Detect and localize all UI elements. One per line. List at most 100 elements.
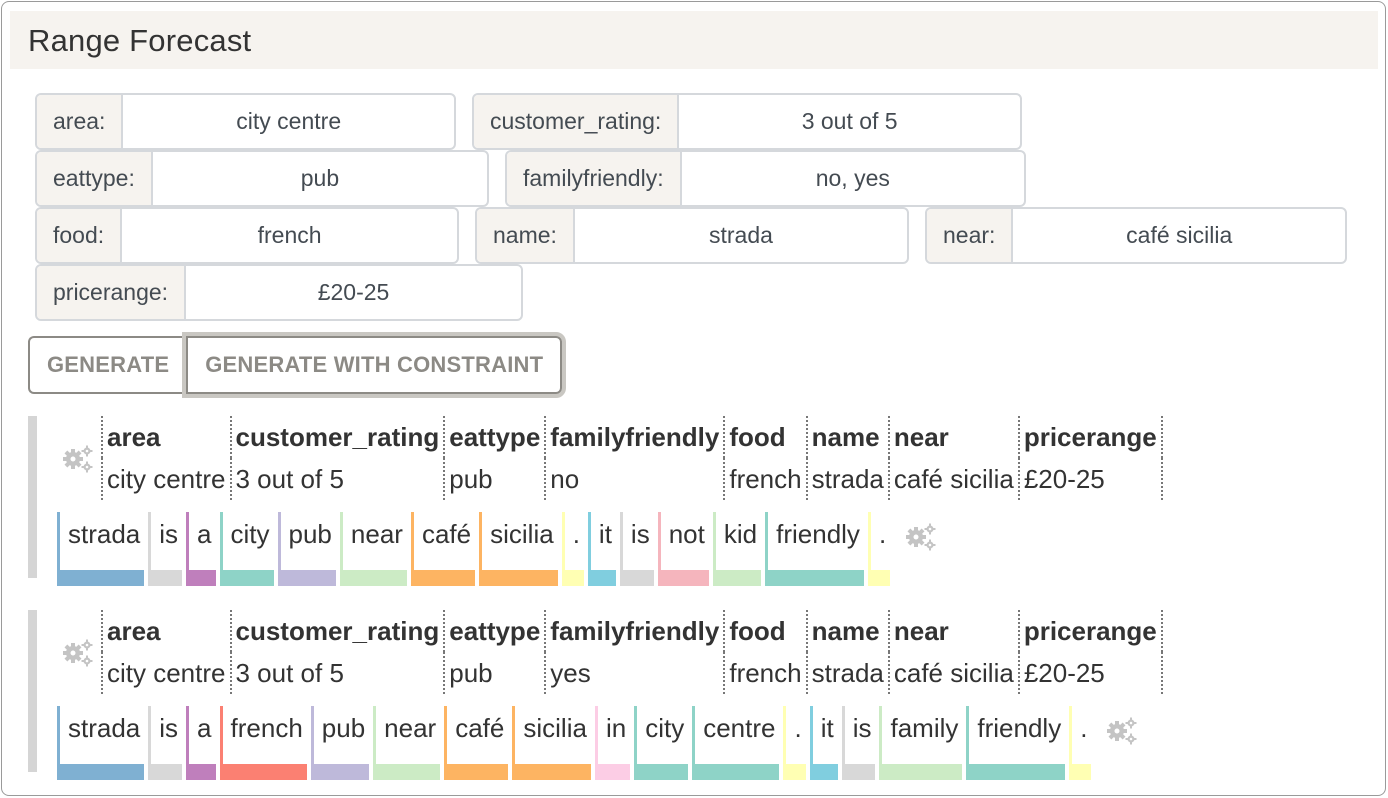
filter-eattype: eattype: pub xyxy=(35,150,489,207)
mr-column-header: customer_rating xyxy=(229,416,446,458)
filter-value-customer-rating[interactable]: 3 out of 5 xyxy=(679,95,1020,148)
filter-value-near[interactable]: café sicilia xyxy=(1013,209,1345,262)
mr-value-cell: café sicilia xyxy=(887,458,1020,500)
mr-value-row: city centre 3 out of 5 pub yes french strada c… xyxy=(101,652,1163,694)
token: near xyxy=(373,706,441,780)
token: pub xyxy=(310,706,370,780)
filter-label: food: xyxy=(37,209,123,262)
token-sequence: strada is a city pub near café sicilia. it is not k… xyxy=(57,512,938,586)
token: strada xyxy=(57,512,145,586)
token-sequence: strada is a french pub near café sicilia in city c… xyxy=(57,706,1139,780)
meaning-representation-table: area customer_rating eattype familyfriendly… xyxy=(101,416,1163,500)
token: in xyxy=(594,706,631,780)
mr-value-cell: strada xyxy=(805,652,890,694)
token: centre xyxy=(692,706,780,780)
token: a xyxy=(186,512,216,586)
mr-column-header: near xyxy=(887,416,1020,458)
token: café xyxy=(410,512,476,586)
mr-column-header: customer_rating xyxy=(229,610,446,652)
mr-value-cell: french xyxy=(723,652,808,694)
filter-value-pricerange[interactable]: £20-25 xyxy=(186,266,521,319)
token: near xyxy=(339,512,407,586)
filter-pricerange: pricerange: £20-25 xyxy=(35,264,523,321)
filter-label: near: xyxy=(927,209,1014,262)
token: kid xyxy=(712,512,762,586)
token: sicilia xyxy=(479,512,558,586)
filter-label: eattype: xyxy=(37,152,153,205)
token: pub xyxy=(277,512,336,586)
result-item: area customer_rating eattype familyfriendly… xyxy=(28,416,1248,586)
mr-column-header: area xyxy=(101,610,232,652)
gears-icon[interactable] xyxy=(904,520,938,554)
filter-area: area: city centre xyxy=(35,93,456,150)
generate-button-group: GENERATE GENERATE WITH CONSTRAINT xyxy=(28,332,567,398)
token: family xyxy=(879,706,963,780)
mr-value-cell: café sicilia xyxy=(887,652,1020,694)
token: it xyxy=(587,512,616,586)
meaning-representation-table: area customer_rating eattype familyfriendly… xyxy=(101,610,1163,694)
token: café xyxy=(444,706,509,780)
mr-value-cell: 3 out of 5 xyxy=(229,458,446,500)
filter-value-food[interactable]: french xyxy=(122,209,457,262)
mr-column-header: pricerange xyxy=(1017,416,1163,458)
token: friendly xyxy=(966,706,1066,780)
mr-value-cell: city centre xyxy=(101,652,232,694)
token: not xyxy=(657,512,709,586)
token: friendly xyxy=(765,512,864,586)
mr-value-cell: city centre xyxy=(101,458,232,500)
mr-value-cell: pub xyxy=(443,652,547,694)
token: . xyxy=(561,512,584,586)
filter-food: food: french xyxy=(35,207,459,264)
mr-value-cell: yes xyxy=(544,652,726,694)
gears-icon[interactable] xyxy=(1105,714,1139,748)
mr-column-header: familyfriendly xyxy=(544,610,726,652)
gears-icon[interactable] xyxy=(61,442,95,476)
mr-value-cell: pub xyxy=(443,458,547,500)
token: strada xyxy=(57,706,145,780)
generate-button[interactable]: GENERATE xyxy=(28,336,187,394)
mr-column-header: eattype xyxy=(443,416,547,458)
filter-value-familyfriendly[interactable]: no, yes xyxy=(682,152,1024,205)
filter-value-eattype[interactable]: pub xyxy=(153,152,487,205)
token: a xyxy=(186,706,216,780)
filter-label: area: xyxy=(37,95,124,148)
token: french xyxy=(219,706,307,780)
filter-customer-rating: customer_rating: 3 out of 5 xyxy=(472,93,1022,150)
token: is xyxy=(619,512,654,586)
mr-column-header: name xyxy=(805,416,890,458)
mr-header-row: area customer_rating eattype familyfriendly… xyxy=(101,416,1163,458)
token: is xyxy=(148,706,183,780)
mr-value-cell: £20-25 xyxy=(1017,458,1163,500)
mr-column-header: food xyxy=(723,416,808,458)
token: it xyxy=(809,706,838,780)
token: city xyxy=(219,512,274,586)
filter-name: name: strada xyxy=(475,207,909,264)
token: city xyxy=(634,706,689,780)
mr-value-cell: no xyxy=(544,458,726,500)
token: . xyxy=(783,706,806,780)
mr-value-cell: £20-25 xyxy=(1017,652,1163,694)
token: sicilia xyxy=(512,706,591,780)
mr-column-header: familyfriendly xyxy=(544,416,726,458)
gears-icon[interactable] xyxy=(61,636,95,670)
token: is xyxy=(148,512,183,586)
mr-column-header: pricerange xyxy=(1017,610,1163,652)
page-title: Range Forecast xyxy=(28,23,252,58)
filter-value-name[interactable]: strada xyxy=(575,209,907,262)
mr-column-header: near xyxy=(887,610,1020,652)
token: . xyxy=(867,512,891,586)
mr-value-cell: strada xyxy=(805,458,890,500)
filter-familyfriendly: familyfriendly: no, yes xyxy=(505,150,1026,207)
generate-with-constraint-button[interactable]: GENERATE WITH CONSTRAINT xyxy=(182,332,567,398)
mr-column-header: eattype xyxy=(443,610,547,652)
mr-column-header: food xyxy=(723,610,808,652)
mr-value-cell: french xyxy=(723,458,808,500)
filter-label: name: xyxy=(477,209,575,262)
mr-value-cell: 3 out of 5 xyxy=(229,652,446,694)
mr-header-row: area customer_rating eattype familyfriendly… xyxy=(101,610,1163,652)
mr-column-header: name xyxy=(805,610,890,652)
panel-header: Range Forecast xyxy=(10,11,1378,69)
mr-column-header: area xyxy=(101,416,232,458)
filter-near: near: café sicilia xyxy=(925,207,1347,264)
filter-value-area[interactable]: city centre xyxy=(123,95,454,148)
